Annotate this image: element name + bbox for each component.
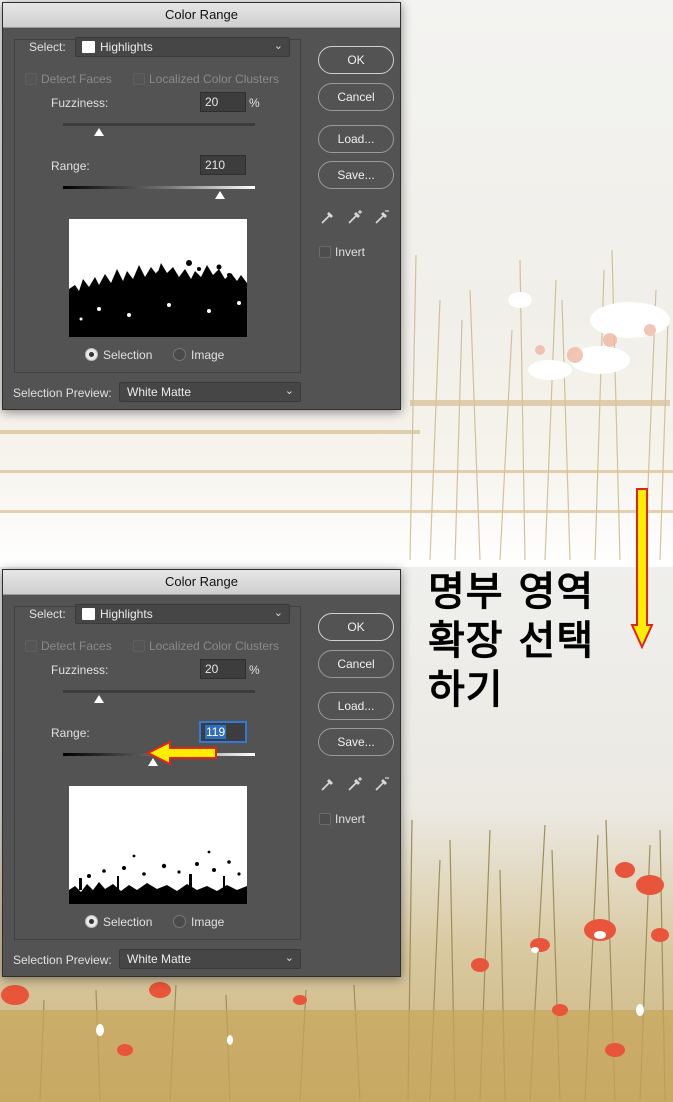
eyedropper-icon[interactable] xyxy=(319,775,337,793)
select-dropdown[interactable]: Highlights ⌄ xyxy=(75,604,290,624)
ok-button[interactable]: OK xyxy=(318,613,394,641)
selection-preview xyxy=(69,219,247,337)
selection-radio-label: Selection xyxy=(103,915,153,929)
select-value: Highlights xyxy=(100,607,153,621)
range-slider-track[interactable] xyxy=(63,186,255,189)
color-range-dialog[interactable]: Color Range Select: Highlights ⌄ Detect … xyxy=(2,2,401,410)
dialog-title: Color Range xyxy=(3,570,400,595)
save-button[interactable]: Save... xyxy=(318,161,394,189)
localized-clusters-checkbox[interactable] xyxy=(133,640,145,652)
image-radio[interactable] xyxy=(173,348,186,361)
fuzziness-label: Fuzziness: xyxy=(51,96,109,110)
dialog-title: Color Range xyxy=(3,3,400,28)
range-label: Range: xyxy=(51,726,90,740)
save-button[interactable]: Save... xyxy=(318,728,394,756)
chevron-down-icon: ⌄ xyxy=(273,40,283,52)
image-radio-label: Image xyxy=(191,348,225,362)
color-range-dialog[interactable]: Color Range Select: Highlights ⌄ Detect … xyxy=(2,569,401,977)
annotation-line-1: 명부 영역 xyxy=(428,569,595,615)
image-radio-label: Image xyxy=(191,915,225,929)
image-radio[interactable] xyxy=(173,915,186,928)
localized-clusters-checkbox[interactable] xyxy=(133,73,145,85)
eyedropper-icon[interactable] xyxy=(319,208,337,226)
eyedropper-plus-icon[interactable] xyxy=(346,208,364,226)
load-button[interactable]: Load... xyxy=(318,692,394,720)
cancel-button[interactable]: Cancel xyxy=(318,650,394,678)
detect-faces-label: Detect Faces xyxy=(41,72,112,86)
selection-radio[interactable] xyxy=(85,348,98,361)
localized-clusters-label: Localized Color Clusters xyxy=(149,639,280,653)
selection-preview-value: White Matte xyxy=(127,385,192,399)
color-swatch xyxy=(82,608,95,620)
load-button[interactable]: Load... xyxy=(318,125,394,153)
selection-preview-dropdown[interactable]: White Matte ⌄ xyxy=(119,382,301,402)
select-value: Highlights xyxy=(100,40,153,54)
invert-checkbox[interactable] xyxy=(319,246,331,258)
selection-preview-dropdown[interactable]: White Matte ⌄ xyxy=(119,949,301,969)
eyedropper-minus-icon[interactable] xyxy=(373,208,391,226)
range-label: Range: xyxy=(51,159,90,173)
left-arrow-annotation xyxy=(146,740,217,766)
localized-clusters-label: Localized Color Clusters xyxy=(149,72,280,86)
detect-faces-checkbox[interactable] xyxy=(25,640,37,652)
eyedropper-minus-icon[interactable] xyxy=(373,775,391,793)
selection-preview-label: Selection Preview: xyxy=(13,386,112,400)
fuzziness-slider-track[interactable] xyxy=(63,690,255,693)
invert-checkbox[interactable] xyxy=(319,813,331,825)
fuzziness-input[interactable]: 20 xyxy=(200,659,246,679)
chevron-down-icon: ⌄ xyxy=(284,385,294,397)
selection-radio[interactable] xyxy=(85,915,98,928)
selection-preview-value: White Matte xyxy=(127,952,192,966)
invert-label: Invert xyxy=(335,812,366,826)
select-label: Select: xyxy=(29,607,66,621)
detect-faces-label: Detect Faces xyxy=(41,639,112,653)
select-label: Select: xyxy=(29,40,66,54)
fuzziness-slider-thumb[interactable] xyxy=(94,695,105,703)
range-slider-thumb[interactable] xyxy=(215,191,226,199)
ok-button[interactable]: OK xyxy=(318,46,394,74)
annotation-text: 명부 영역 확장 선택 하기 xyxy=(428,568,658,715)
fuzziness-unit: % xyxy=(249,96,260,110)
cancel-button[interactable]: Cancel xyxy=(318,83,394,111)
chevron-down-icon: ⌄ xyxy=(273,607,283,619)
fuzziness-input[interactable]: 20 xyxy=(200,92,246,112)
eyedropper-plus-icon[interactable] xyxy=(346,775,364,793)
selection-preview-label: Selection Preview: xyxy=(13,953,112,967)
range-input[interactable]: 210 xyxy=(200,155,246,175)
annotation-line-3: 하기 xyxy=(428,667,504,713)
color-swatch xyxy=(82,41,95,53)
selection-radio-label: Selection xyxy=(103,348,153,362)
range-input[interactable]: 119 xyxy=(200,722,246,742)
chevron-down-icon: ⌄ xyxy=(284,952,294,964)
fuzziness-label: Fuzziness: xyxy=(51,663,109,677)
select-dropdown[interactable]: Highlights ⌄ xyxy=(75,37,290,57)
invert-label: Invert xyxy=(335,245,366,259)
fuzziness-slider-thumb[interactable] xyxy=(94,128,105,136)
fuzziness-slider-track[interactable] xyxy=(63,123,255,126)
fuzziness-unit: % xyxy=(249,663,260,677)
detect-faces-checkbox[interactable] xyxy=(25,73,37,85)
annotation-line-2: 확장 선택 xyxy=(428,618,595,664)
selection-preview xyxy=(69,786,247,904)
